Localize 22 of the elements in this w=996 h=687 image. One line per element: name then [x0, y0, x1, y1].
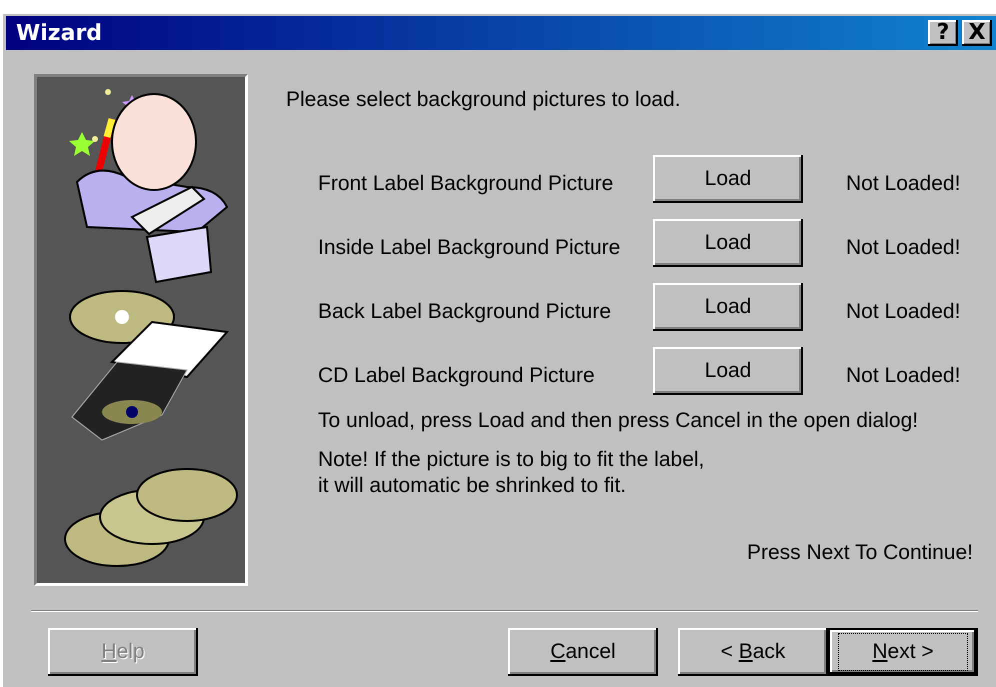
load-status: Not Loaded! — [846, 236, 960, 260]
load-status: Not Loaded! — [846, 364, 960, 388]
help-button[interactable]: ? — [928, 20, 958, 46]
picture-label: Front Label Background Picture — [318, 172, 614, 196]
load-button[interactable]: Load — [653, 283, 803, 331]
load-button[interactable]: Load — [653, 347, 803, 395]
dialog-button[interactable]: < Back — [678, 628, 828, 676]
note-text: Note! If the picture is to big to fit the label, it will automatic be shrinked to fit. — [317, 447, 706, 499]
load-button[interactable]: Load — [653, 219, 803, 267]
load-status: Not Loaded! — [846, 300, 960, 324]
load-button[interactable]: Load — [653, 155, 803, 203]
load-status: Not Loaded! — [846, 172, 960, 196]
dialog-button[interactable]: Cancel — [508, 628, 658, 676]
unload-hint: To unload, press Load and then press Cancel in the open dialog! — [317, 409, 920, 433]
window-title: Wizard — [16, 20, 102, 46]
picture-label: CD Label Background Picture — [318, 364, 596, 388]
continue-hint: Press Next To Continue! — [746, 541, 973, 565]
picture-label: Inside Label Background Picture — [318, 236, 622, 260]
picture-label: Back Label Background Picture — [318, 300, 612, 324]
dialog-button[interactable]: Next > — [828, 628, 978, 676]
close-button[interactable]: X — [962, 20, 992, 46]
instruction-text: Please select background pictures to load. — [286, 88, 682, 112]
